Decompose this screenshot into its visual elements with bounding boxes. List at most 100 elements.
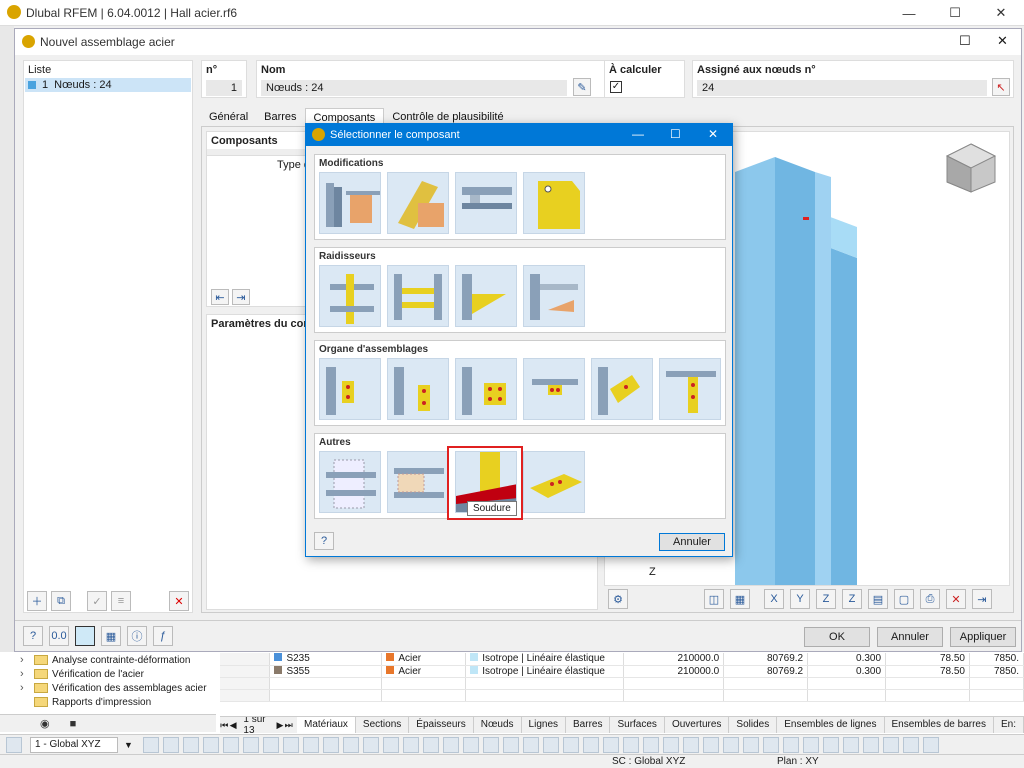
move-right-icon[interactable]: ⇥ (232, 289, 250, 305)
view-cube-icon[interactable] (945, 142, 997, 194)
bottom-tab[interactable]: En: (994, 717, 1024, 733)
bottom-tab[interactable]: Nœuds (474, 717, 522, 733)
component-thumbnail[interactable] (523, 358, 585, 420)
component-thumbnail[interactable] (319, 172, 381, 234)
table-icon[interactable]: ▦ (101, 626, 121, 646)
toolbar-icon[interactable] (662, 736, 679, 753)
toolbar-icon[interactable] (322, 736, 339, 753)
component-thumbnail[interactable] (659, 358, 721, 420)
toolbar-icon[interactable] (462, 736, 479, 753)
toolbar-icon[interactable] (542, 736, 559, 753)
bottom-tab[interactable]: Barres (566, 717, 611, 733)
next-page-icon[interactable]: ▶ (276, 720, 285, 731)
bottom-tab[interactable]: Ensembles de barres (885, 717, 994, 733)
dialog-maximize-icon[interactable]: ☐ (959, 33, 971, 49)
apply-button[interactable]: Appliquer (950, 627, 1016, 647)
toolbar-icon[interactable] (242, 736, 259, 753)
units-icon[interactable]: 0.0 (49, 626, 69, 646)
bottom-tab[interactable]: Sections (356, 717, 410, 733)
toolbar-icon[interactable] (222, 736, 239, 753)
component-thumbnail[interactable] (319, 451, 381, 513)
component-thumbnail[interactable] (387, 358, 449, 420)
table-row[interactable]: S235 Acier Isotrope | Linéaire élastique 21… (220, 653, 1024, 666)
toolbar-icon[interactable] (782, 736, 799, 753)
toolbar-icon[interactable] (182, 736, 199, 753)
list-item[interactable]: 1 Nœuds : 24 (25, 78, 191, 92)
chevron-down-icon[interactable]: ▼ (124, 740, 133, 750)
toolbar-icon[interactable] (582, 736, 599, 753)
toolbar-icon[interactable] (922, 736, 939, 753)
toolbar-icon[interactable] (602, 736, 619, 753)
navigator-item[interactable]: › Vérification de l'acier (20, 667, 216, 681)
component-thumbnail[interactable] (387, 172, 449, 234)
toolbar-icon[interactable] (622, 736, 639, 753)
cancel-button[interactable]: Annuler (877, 627, 943, 647)
toolbar-icon[interactable] (342, 736, 359, 753)
help-icon[interactable]: ? (23, 626, 43, 646)
sort-item-icon[interactable]: ≡ (111, 591, 131, 611)
table-row[interactable] (220, 689, 1024, 702)
toolbar-icon[interactable] (422, 736, 439, 753)
cursor-icon[interactable] (6, 736, 22, 753)
bottom-tab[interactable]: Ensembles de lignes (777, 717, 885, 733)
bottom-tab[interactable]: Lignes (522, 717, 567, 733)
navigator-item[interactable]: › Vérification des assemblages acier (20, 681, 216, 695)
dialog-close-icon[interactable]: ✕ (997, 33, 1008, 49)
edit-name-icon[interactable]: ✎ (573, 78, 591, 96)
toolbar-icon[interactable] (862, 736, 879, 753)
render-mode-icon[interactable]: ◫ (704, 589, 724, 609)
tab-general[interactable]: Général (201, 108, 256, 126)
move-left-icon[interactable]: ⇤ (211, 289, 229, 305)
calculate-checkbox[interactable]: ✓ (610, 81, 622, 93)
navigator-item[interactable]: › Analyse contrainte-déformation (20, 653, 216, 667)
toolbar-icon[interactable] (562, 736, 579, 753)
toolbar-icon[interactable] (302, 736, 319, 753)
bottom-tab[interactable]: Ouvertures (665, 717, 730, 733)
selector-help-icon[interactable]: ? (314, 532, 334, 550)
table-row[interactable]: S355 Acier Isotrope | Linéaire élastique 21… (220, 665, 1024, 678)
toolbar-icon[interactable] (262, 736, 279, 753)
toolbar-icon[interactable] (442, 736, 459, 753)
toolbar-icon[interactable] (402, 736, 419, 753)
toolbar-icon[interactable] (362, 736, 379, 753)
component-thumbnail[interactable] (455, 172, 517, 234)
toolbar-icon[interactable] (802, 736, 819, 753)
toolbar-icon[interactable] (522, 736, 539, 753)
print-icon[interactable]: ⎙ (920, 589, 940, 609)
toolbar-icon[interactable] (742, 736, 759, 753)
formula-icon[interactable]: ƒ (153, 626, 173, 646)
selector-cancel-button[interactable]: Annuler (659, 533, 725, 551)
tab-members[interactable]: Barres (256, 108, 304, 126)
table-row[interactable] (220, 677, 1024, 690)
color-icon[interactable] (75, 626, 95, 646)
toolbar-icon[interactable] (882, 736, 899, 753)
add-item-icon[interactable]: ＋ (27, 591, 47, 611)
toolbar-icon[interactable] (722, 736, 739, 753)
toolbar-icon[interactable] (642, 736, 659, 753)
assigned-field[interactable]: 24 (697, 80, 987, 96)
toolbar-icon[interactable] (702, 736, 719, 753)
toolbar-icon[interactable] (822, 736, 839, 753)
component-thumbnail[interactable] (455, 358, 517, 420)
component-thumbnail[interactable] (455, 265, 517, 327)
selector-close-icon[interactable]: ✕ (708, 127, 718, 141)
eye-icon[interactable]: ◉ (40, 717, 50, 730)
reset-icon[interactable]: ✕ (946, 589, 966, 609)
toolbar-icon[interactable] (482, 736, 499, 753)
component-thumbnail[interactable] (387, 265, 449, 327)
toolbar-icon[interactable] (762, 736, 779, 753)
view-z-icon[interactable]: Z (816, 589, 836, 609)
prev-page-icon[interactable]: ◀ (229, 720, 238, 731)
view-settings-icon[interactable]: ⚙ (608, 589, 628, 609)
toolbar-icon[interactable] (382, 736, 399, 753)
last-page-icon[interactable]: ⏭ (284, 720, 293, 731)
toolbar-icon[interactable] (142, 736, 159, 753)
toolbar-icon[interactable] (682, 736, 699, 753)
view-iso-icon[interactable]: Z (842, 589, 862, 609)
maximize-icon[interactable]: ☐ (932, 0, 978, 26)
bottom-tab[interactable]: Matériaux (297, 717, 356, 733)
toolbar-icon[interactable] (202, 736, 219, 753)
component-thumbnail[interactable] (319, 358, 381, 420)
toolbar-icon[interactable] (502, 736, 519, 753)
layers-icon[interactable]: ▤ (868, 589, 888, 609)
